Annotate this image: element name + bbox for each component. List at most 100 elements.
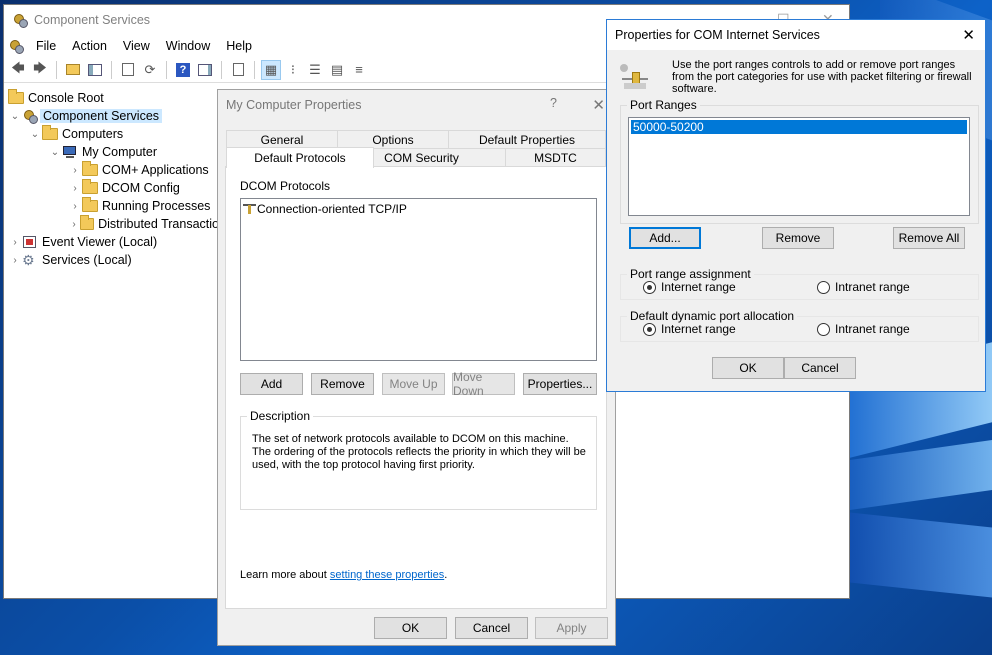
up-folder-icon[interactable] xyxy=(63,60,83,80)
assignment-internet-range-radio[interactable]: Internet range xyxy=(643,280,736,294)
tree-item-com-applications[interactable]: › COM+ Applications xyxy=(4,161,219,179)
tree-item-event-viewer[interactable]: › Event Viewer (Local) xyxy=(4,233,219,251)
tab-default-properties[interactable]: Default Properties xyxy=(448,130,606,149)
port-ranges-label: Port Ranges xyxy=(627,98,700,112)
radio-button[interactable] xyxy=(817,322,830,336)
tree-item-label: Services (Local) xyxy=(42,253,132,267)
toolbar-separator xyxy=(254,60,255,79)
tree-item-label: Computers xyxy=(62,127,124,141)
ok-button[interactable]: OK xyxy=(374,617,447,639)
list-item[interactable]: Connection-oriented TCP/IP xyxy=(241,199,596,219)
tree-item-label: Distributed Transactio xyxy=(98,217,219,231)
help-question-icon[interactable]: ? xyxy=(550,96,557,110)
menu-help[interactable]: Help xyxy=(218,39,260,53)
description-label: Description xyxy=(247,409,314,423)
menu-file[interactable]: File xyxy=(28,39,64,53)
toolbar-separator xyxy=(166,60,167,79)
radio-label: Internet range xyxy=(661,280,736,294)
com-internet-services-dialog: Properties for COM Internet Services ✕ U… xyxy=(606,19,986,392)
tree-item-label: COM+ Applications xyxy=(102,163,209,177)
forward-arrow-icon[interactable]: 🡆 xyxy=(30,60,50,80)
folder-icon xyxy=(42,125,58,140)
folder-icon xyxy=(82,179,98,194)
apply-button[interactable]: Apply xyxy=(535,617,608,639)
my-computer-properties-dialog: My Computer Properties ? ✕ General Optio… xyxy=(217,89,616,646)
large-icons-view-icon[interactable]: ▦ xyxy=(261,59,281,80)
tree-item-computers[interactable]: ⌄ Computers xyxy=(4,125,219,143)
move-down-button[interactable]: Move Down xyxy=(452,370,515,398)
setting-these-properties-link[interactable]: setting these properties xyxy=(330,569,444,581)
protocol-properties-button[interactable]: Properties... xyxy=(523,373,597,395)
mmc-menu-icon[interactable] xyxy=(8,38,24,54)
tab-default-protocols[interactable]: Default Protocols xyxy=(226,147,374,168)
show-hide-tree-icon[interactable] xyxy=(85,60,105,80)
chevron-down-icon[interactable]: ⌄ xyxy=(28,129,42,140)
status-view-icon[interactable]: ≡ xyxy=(349,60,369,80)
dynamic-intranet-range-radio[interactable]: Intranet range xyxy=(817,322,910,336)
tree-item-my-computer[interactable]: ⌄ My Computer xyxy=(4,143,219,161)
menu-action[interactable]: Action xyxy=(64,39,115,53)
chevron-down-icon[interactable]: ⌄ xyxy=(8,111,22,122)
small-icons-view-icon[interactable]: ⁝ xyxy=(283,60,303,80)
ok-button[interactable]: OK xyxy=(712,357,784,379)
chevron-down-icon[interactable]: ⌄ xyxy=(48,147,62,158)
menu-view[interactable]: View xyxy=(115,39,158,53)
add-port-range-button[interactable]: Add... xyxy=(629,227,701,249)
window-title: Component Services xyxy=(34,13,151,27)
tree-item-component-services[interactable]: ⌄ Component Services xyxy=(4,107,219,125)
assignment-intranet-range-radio[interactable]: Intranet range xyxy=(817,280,910,294)
move-up-button[interactable]: Move Up xyxy=(382,373,445,395)
component-services-icon xyxy=(22,108,38,124)
tab-panel-default-protocols: DCOM Protocols Connection-oriented TCP/I… xyxy=(225,166,607,609)
radio-button[interactable] xyxy=(643,280,656,294)
show-action-pane-icon[interactable] xyxy=(195,60,215,80)
tree-item-distributed-transactions[interactable]: › Distributed Transactio xyxy=(4,215,219,233)
learn-more-text: Learn more about setting these propertie… xyxy=(240,569,447,581)
close-icon[interactable]: ✕ xyxy=(962,26,975,44)
help-icon[interactable]: ? xyxy=(173,60,193,80)
list-view-icon[interactable]: ☰ xyxy=(305,60,325,80)
menu-window[interactable]: Window xyxy=(158,39,218,53)
chevron-right-icon[interactable]: › xyxy=(68,183,82,194)
chevron-right-icon[interactable]: › xyxy=(68,201,82,212)
radio-button[interactable] xyxy=(643,322,656,336)
learn-more-prefix: Learn more about xyxy=(240,569,330,581)
chevron-right-icon[interactable]: › xyxy=(68,219,80,230)
remove-all-port-ranges-button[interactable]: Remove All xyxy=(893,227,965,249)
dynamic-internet-range-radio[interactable]: Internet range xyxy=(643,322,736,336)
add-protocol-button[interactable]: Add xyxy=(240,373,303,395)
back-arrow-icon[interactable]: 🡄 xyxy=(8,60,28,80)
port-ranges-list[interactable]: 50000-50200 xyxy=(628,117,970,216)
remove-protocol-button[interactable]: Remove xyxy=(311,373,374,395)
close-icon[interactable]: ✕ xyxy=(592,96,605,114)
tree-item-label: Running Processes xyxy=(102,199,211,213)
tree-item-services[interactable]: › ⚙ Services (Local) xyxy=(4,251,219,269)
chevron-right-icon[interactable]: › xyxy=(8,237,22,248)
new-window-icon[interactable] xyxy=(228,60,248,80)
chevron-right-icon[interactable]: › xyxy=(8,255,22,266)
remove-port-range-button[interactable]: Remove xyxy=(762,227,834,249)
event-viewer-icon xyxy=(22,235,38,249)
tab-msdtc[interactable]: MSDTC xyxy=(505,148,606,167)
tree-item-console-root[interactable]: Console Root xyxy=(4,89,219,107)
chevron-right-icon[interactable]: › xyxy=(68,165,82,176)
dialog-title: Properties for COM Internet Services xyxy=(615,28,820,42)
port-range-assignment-label: Port range assignment xyxy=(627,267,754,281)
detail-view-icon[interactable]: ▤ xyxy=(327,60,347,80)
list-item[interactable]: 50000-50200 xyxy=(631,120,967,134)
dialog-title-bar: My Computer Properties ? ✕ xyxy=(218,90,615,120)
tree-item-label: Console Root xyxy=(28,91,104,105)
cancel-button[interactable]: Cancel xyxy=(784,357,856,379)
gear-icon: ⚙ xyxy=(22,252,35,268)
tree-item-running-processes[interactable]: › Running Processes xyxy=(4,197,219,215)
radio-button[interactable] xyxy=(817,280,830,294)
description-group: Description The set of network protocols… xyxy=(240,409,597,510)
tree-item-label: Event Viewer (Local) xyxy=(42,235,158,249)
properties-icon[interactable] xyxy=(118,60,138,80)
cancel-button[interactable]: Cancel xyxy=(455,617,528,639)
description-text: The set of network protocols available t… xyxy=(252,433,586,471)
intro-text: Use the port ranges controls to add or r… xyxy=(672,59,972,95)
protocols-list[interactable]: Connection-oriented TCP/IP xyxy=(240,198,597,361)
refresh-icon[interactable]: ⟳ xyxy=(140,60,160,80)
tree-item-dcom-config[interactable]: › DCOM Config xyxy=(4,179,219,197)
